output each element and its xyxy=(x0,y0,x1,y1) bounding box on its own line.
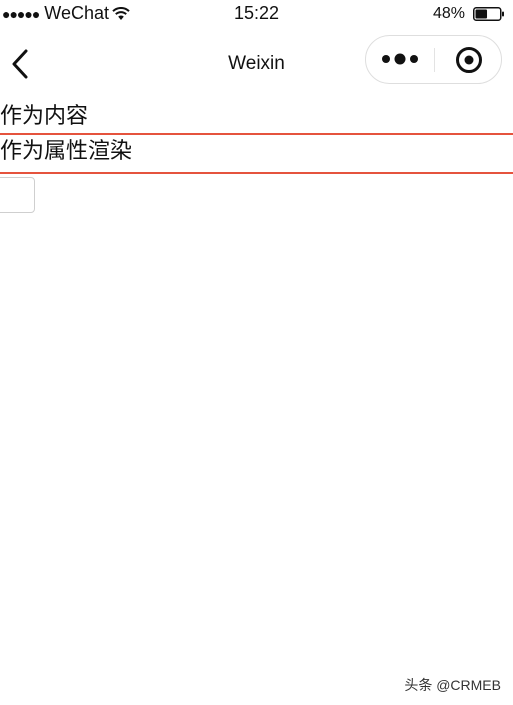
battery-percent: 48% xyxy=(432,5,465,22)
content-text-row: 作为内容 xyxy=(0,100,513,135)
content-label: 作为内容 xyxy=(0,104,89,129)
navigation-bar: Weixin xyxy=(0,30,513,100)
more-dots-icon xyxy=(382,53,418,65)
page-content: 作为内容 作为属性渲染 xyxy=(0,100,513,213)
text-input[interactable] xyxy=(0,177,35,213)
close-button[interactable] xyxy=(435,36,501,83)
status-bar: ●●●●● WeChat 15:22 48% xyxy=(0,0,513,30)
attribute-text-row: 作为属性渲染 xyxy=(0,135,513,174)
attribute-label: 作为属性渲染 xyxy=(0,139,133,164)
more-button[interactable] xyxy=(366,36,434,83)
watermark-text: 头条 @CRMEB xyxy=(404,677,501,693)
battery-icon xyxy=(473,7,504,21)
menu-capsule xyxy=(365,35,502,84)
status-right: 48% xyxy=(433,5,505,23)
target-circle-icon xyxy=(456,47,482,73)
